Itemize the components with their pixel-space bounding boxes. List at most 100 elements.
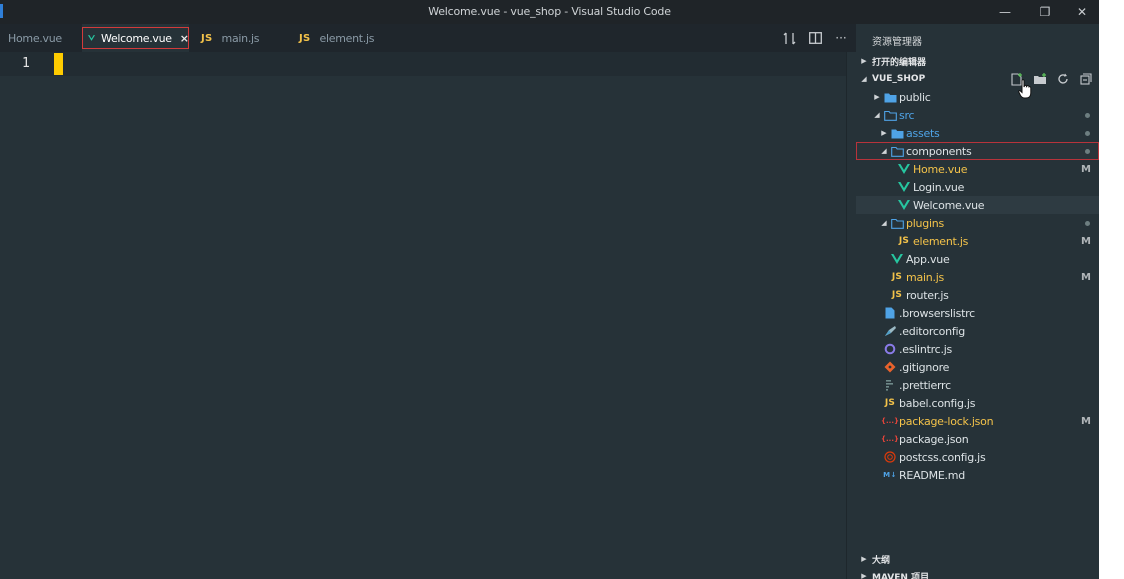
tree-item-label: components [906,144,972,158]
tree-item-label: package-lock.json [899,414,994,428]
editor-scrollbar[interactable] [846,52,856,579]
tree-item[interactable]: JS element.js M [856,232,1099,250]
js-icon: JS [891,272,903,282]
js-icon: JS [201,32,213,44]
tree-item-label: assets [906,126,940,140]
tree-item[interactable]: JS main.js M [856,268,1099,286]
refresh-icon[interactable] [1051,70,1074,88]
maven-section[interactable]: ▶ MAVEN 项目 [856,567,1099,579]
vue-icon [88,35,96,41]
open-changes-icon[interactable] [776,24,802,52]
tree-item-label: .editorconfig [899,324,966,338]
tree-item[interactable]: Login.vue [856,178,1099,196]
git-changes-dot [1085,220,1090,226]
tree-item[interactable]: Home.vue M [856,160,1099,178]
tree-item-label: postcss.config.js [899,450,986,464]
title-bar: Welcome.vue - vue_shop - Visual Studio C… [0,0,1099,24]
editor-actions: ··· [776,24,854,52]
section-label: 大纲 [872,555,891,566]
tree-item-label: README.md [899,468,965,482]
chevron-right-icon[interactable]: ▶ [879,129,889,137]
tree-item[interactable]: ▶ assets [856,124,1099,142]
git-changes-dot [1085,112,1090,118]
explorer-title: 资源管理器 [872,37,922,48]
tree-item[interactable]: .editorconfig [856,322,1099,340]
git-modified-badge: M [1081,235,1091,247]
tree-item[interactable]: ◢ components [856,142,1099,160]
section-label: 打开的编辑器 [872,57,927,68]
git-modified-badge: M [1081,163,1091,175]
close-window-button[interactable]: ✕ [1064,0,1100,24]
tree-item[interactable]: .browserslistrc [856,304,1099,322]
tab-label: Welcome.vue [101,31,172,45]
folder-open-icon [889,144,905,158]
vue-icon [889,252,905,266]
git-modified-badge: M [1081,415,1091,427]
prettier-icon [882,378,898,392]
outline-section[interactable]: ▶ 大纲 [856,550,1099,568]
tree-item[interactable]: .prettierrc [856,376,1099,394]
tab-welcome-vue[interactable]: Welcome.vue × [82,24,189,52]
tab-main-js[interactable]: JS main.js [191,24,289,52]
folder-open-icon [889,216,905,230]
tree-item[interactable]: {...} package.json [856,430,1099,448]
tree-item[interactable]: JS router.js [856,286,1099,304]
split-editor-icon[interactable] [802,24,828,52]
folder-open-icon [882,108,898,122]
explorer-sidebar: 资源管理器 ▶ 打开的编辑器 ◢ VUE_SHOP ▶ public ◢ src ▶ as… [856,24,1099,579]
tree-item-label: Home.vue [913,162,968,176]
folder-icon [882,90,898,104]
tab-element-js[interactable]: JS element.js [289,24,387,52]
chevron-down-icon[interactable]: ◢ [872,111,882,119]
json-icon: {...} [881,417,899,425]
restore-button[interactable]: ❐ [1027,0,1063,24]
text-cursor [54,53,63,75]
tree-item[interactable]: .gitignore [856,358,1099,376]
open-editors-section[interactable]: ▶ 打开的编辑器 [856,52,1099,70]
tree-item[interactable]: App.vue [856,250,1099,268]
chevron-right-icon[interactable]: ▶ [872,93,882,101]
chevron-down-icon[interactable]: ◢ [879,147,889,155]
tree-item-label: plugins [906,216,945,230]
tree-item-label: .gitignore [899,360,950,374]
tree-item[interactable]: Welcome.vue [856,196,1099,214]
chevron-down-icon[interactable]: ◢ [879,219,889,227]
tree-item[interactable]: postcss.config.js [856,448,1099,466]
tab-label: main.js [221,31,260,45]
git-changes-dot [1085,148,1090,154]
editor-tab-bar: Home.vue Welcome.vue × JS main.js JS ele… [0,24,856,52]
more-actions-icon[interactable]: ··· [828,24,854,52]
tree-item-label: package.json [899,432,969,446]
collapse-all-icon[interactable] [1074,70,1097,88]
section-label: VUE_SHOP [872,74,926,84]
project-section[interactable]: ◢ VUE_SHOP [856,70,1099,88]
tree-item[interactable]: {...} package-lock.json M [856,412,1099,430]
hand-cursor-icon [1018,79,1032,99]
tab-home-vue[interactable]: Home.vue [0,24,78,52]
tree-item-label: Welcome.vue [913,198,985,212]
tree-item[interactable]: ▶ public [856,88,1099,106]
tree-item-label: .browserslistrc [899,306,975,320]
chevron-right-icon: ▶ [861,572,867,579]
close-tab-icon[interactable]: × [180,32,189,45]
vue-icon [896,198,912,212]
file-icon [882,306,898,320]
chevron-right-icon: ▶ [861,555,867,563]
vue-icon [896,180,912,194]
tab-label: element.js [319,31,375,45]
tree-item[interactable]: JS babel.config.js [856,394,1099,412]
tree-item[interactable]: .eslintrc.js [856,340,1099,358]
tab-label: Home.vue [8,31,62,45]
tree-item[interactable]: ◢ plugins [856,214,1099,232]
git-modified-badge: M [1081,271,1091,283]
eslint-icon [882,342,898,356]
chevron-right-icon: ▶ [861,57,867,65]
code-editor[interactable]: 1 [0,52,856,579]
tree-item-label: .eslintrc.js [899,342,953,356]
minimize-button[interactable]: — [987,0,1023,24]
tree-item[interactable]: M↓ README.md [856,466,1099,484]
editorconfig-icon [882,324,898,338]
tree-item[interactable]: ◢ src [856,106,1099,124]
postcss-icon [882,450,898,464]
section-label: MAVEN 项目 [872,572,930,579]
